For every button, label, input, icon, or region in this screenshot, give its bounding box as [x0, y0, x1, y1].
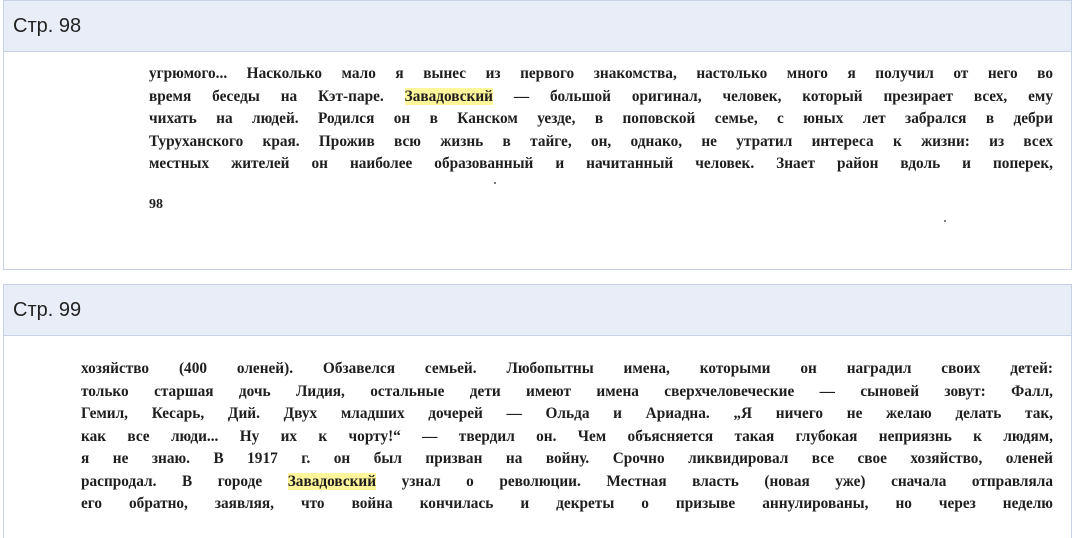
page-block-98: Стр. 98 угрюмого... Насколько мало я вын… — [3, 0, 1072, 270]
text-line: я не знаю. В 1917 г. он был призван на в… — [81, 450, 1053, 467]
text-line: время беседы на Кэт-паре. Завадовский — … — [149, 86, 1053, 109]
text-line: его обратно, заявляя, что война кончилас… — [81, 495, 1053, 512]
scan-speck — [944, 220, 946, 222]
text-line: местных жителей он наиболее образованный… — [149, 155, 1053, 172]
text-fragment: время беседы на Кэт-паре. — [149, 87, 405, 105]
page-header: Стр. 98 — [4, 1, 1071, 52]
text-line: угрюмого... Насколько мало я вынес из пе… — [149, 65, 1053, 82]
text-line: чихать на людей. Родился он в Канском уе… — [149, 110, 1053, 127]
search-highlight: Завадовский — [404, 87, 493, 105]
text-line: распродал. В городе Завадовский узнал о … — [81, 471, 1053, 494]
text-line: хозяйство (400 оленей). Обзавелся семьей… — [81, 360, 1053, 377]
text-line: только старшая дочь Лидия, остальные дет… — [81, 382, 1053, 400]
page-number: 98 — [149, 196, 163, 212]
scanned-page-image: хозяйство (400 оленей). Обзавелся семьей… — [4, 336, 1071, 516]
text-line: Туруханского края. Прожив всю жизнь в та… — [149, 132, 1053, 150]
text-fragment: распродал. В городе — [81, 472, 288, 490]
text-fragment: узнал о революции. Местная власть (новая… — [376, 472, 1053, 490]
page-header: Стр. 99 — [4, 285, 1071, 336]
search-highlight: Завадовский — [287, 472, 377, 490]
text-fragment: — большой оригинал, человек, который пре… — [492, 87, 1053, 105]
scan-speck — [494, 182, 496, 184]
scanned-page-image: угрюмого... Насколько мало я вынес из пе… — [4, 52, 1071, 222]
text-line: Гемил, Кесарь, Дий. Двух младших дочерей… — [81, 405, 1053, 422]
page-block-99: Стр. 99 хозяйство (400 оленей). Обзавелс… — [3, 284, 1072, 538]
text-line: как все люди... Ну их к чорту!“ — тверди… — [81, 427, 1053, 445]
